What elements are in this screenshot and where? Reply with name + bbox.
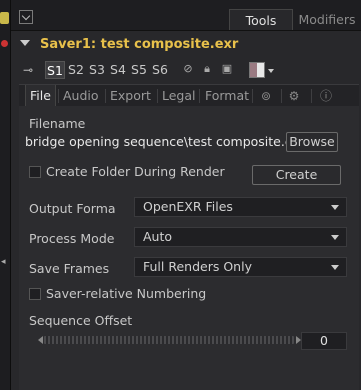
tab-tools[interactable]: Tools bbox=[229, 9, 293, 30]
chevron-left-icon[interactable]: ◂ bbox=[1, 258, 9, 267]
lock-icon[interactable]: 🔒︎ bbox=[201, 63, 213, 75]
create-folder-checkbox[interactable] bbox=[29, 166, 41, 178]
filename-label: Filename bbox=[29, 116, 86, 131]
divider bbox=[311, 89, 312, 103]
panel-topbar: Tools Modifiers bbox=[11, 0, 361, 31]
sequence-offset-label: Sequence Offset bbox=[29, 313, 133, 328]
output-format-value: OpenEXR Files bbox=[143, 199, 233, 214]
divider bbox=[58, 89, 59, 103]
saver-relative-checkbox[interactable] bbox=[29, 288, 41, 300]
info-icon[interactable]: ⓘ bbox=[319, 89, 333, 103]
divider bbox=[157, 89, 158, 103]
subtab-format[interactable]: Format bbox=[205, 85, 249, 107]
save-frames-value: Full Renders Only bbox=[143, 259, 252, 274]
filename-field[interactable]: bridge opening sequence\test composite.e… bbox=[25, 134, 305, 149]
tool-title: Saver1: test composite.exr bbox=[40, 37, 239, 52]
save-frames-select[interactable]: Full Renders Only bbox=[134, 257, 347, 277]
subtab-export[interactable]: Export bbox=[110, 85, 151, 107]
create-folder-label: Create Folder During Render bbox=[46, 164, 225, 179]
slot-s3[interactable]: S3 bbox=[87, 61, 107, 79]
output-format-label: Output Forma bbox=[29, 201, 116, 216]
divider bbox=[252, 89, 253, 103]
disable-icon[interactable]: ⊘ bbox=[182, 63, 194, 75]
tool-icon[interactable] bbox=[0, 12, 9, 24]
subtab-audio[interactable]: Audio bbox=[63, 85, 99, 107]
save-frames-label: Save Frames bbox=[29, 261, 110, 276]
chevron-down-icon bbox=[331, 265, 339, 270]
slot-s4[interactable]: S4 bbox=[108, 61, 128, 79]
save-icon[interactable]: ▣ bbox=[221, 63, 233, 75]
process-mode-value: Auto bbox=[143, 229, 173, 244]
chevron-down-icon[interactable] bbox=[268, 69, 274, 73]
saver-relative-label: Saver-relative Numbering bbox=[46, 286, 207, 301]
left-strip: ◂ bbox=[0, 0, 11, 390]
chevron-down-icon bbox=[331, 205, 339, 210]
divider bbox=[105, 89, 106, 103]
create-button[interactable]: Create bbox=[252, 165, 341, 185]
tool-controls-row: ⊸ S1 S2 S3 S4 S5 S6 ⊘ 🔒︎ ▣ bbox=[11, 59, 361, 81]
slot-s6[interactable]: S6 bbox=[150, 61, 170, 79]
color-swatch[interactable] bbox=[249, 62, 265, 78]
browse-button[interactable]: Browse bbox=[286, 132, 338, 152]
tool-header[interactable]: Saver1: test composite.exr bbox=[11, 32, 361, 58]
chevron-down-icon bbox=[331, 235, 339, 240]
inspector-panel: Tools Modifiers Saver1: test composite.e… bbox=[11, 0, 361, 390]
process-mode-select[interactable]: Auto bbox=[134, 227, 347, 247]
subtab-bar: File Audio Export Legal Format ⊚ ⚙ ⓘ bbox=[19, 84, 359, 108]
sequence-offset-slider[interactable] bbox=[44, 336, 294, 344]
divider bbox=[281, 89, 282, 103]
tab-modifiers[interactable]: Modifiers bbox=[293, 9, 361, 30]
pin-icon[interactable]: ⊸ bbox=[23, 63, 33, 77]
expand-arrow-icon[interactable] bbox=[20, 40, 30, 46]
subtab-legal[interactable]: Legal bbox=[162, 85, 196, 107]
subtab-file[interactable]: File bbox=[25, 85, 56, 107]
output-format-select[interactable]: OpenEXR Files bbox=[134, 197, 347, 217]
gear-icon[interactable]: ⚙ bbox=[287, 89, 301, 103]
slot-s5[interactable]: S5 bbox=[129, 61, 149, 79]
film-icon[interactable]: ⊚ bbox=[259, 89, 273, 103]
slider-left-arrow-icon[interactable] bbox=[38, 336, 43, 344]
collapse-all-button[interactable] bbox=[19, 10, 33, 24]
divider bbox=[199, 89, 200, 103]
sequence-offset-input[interactable]: 0 bbox=[301, 332, 347, 350]
process-mode-label: Process Mode bbox=[29, 231, 115, 246]
record-icon[interactable] bbox=[1, 40, 8, 47]
slot-s2[interactable]: S2 bbox=[66, 61, 86, 79]
slot-s1[interactable]: S1 bbox=[45, 61, 65, 79]
